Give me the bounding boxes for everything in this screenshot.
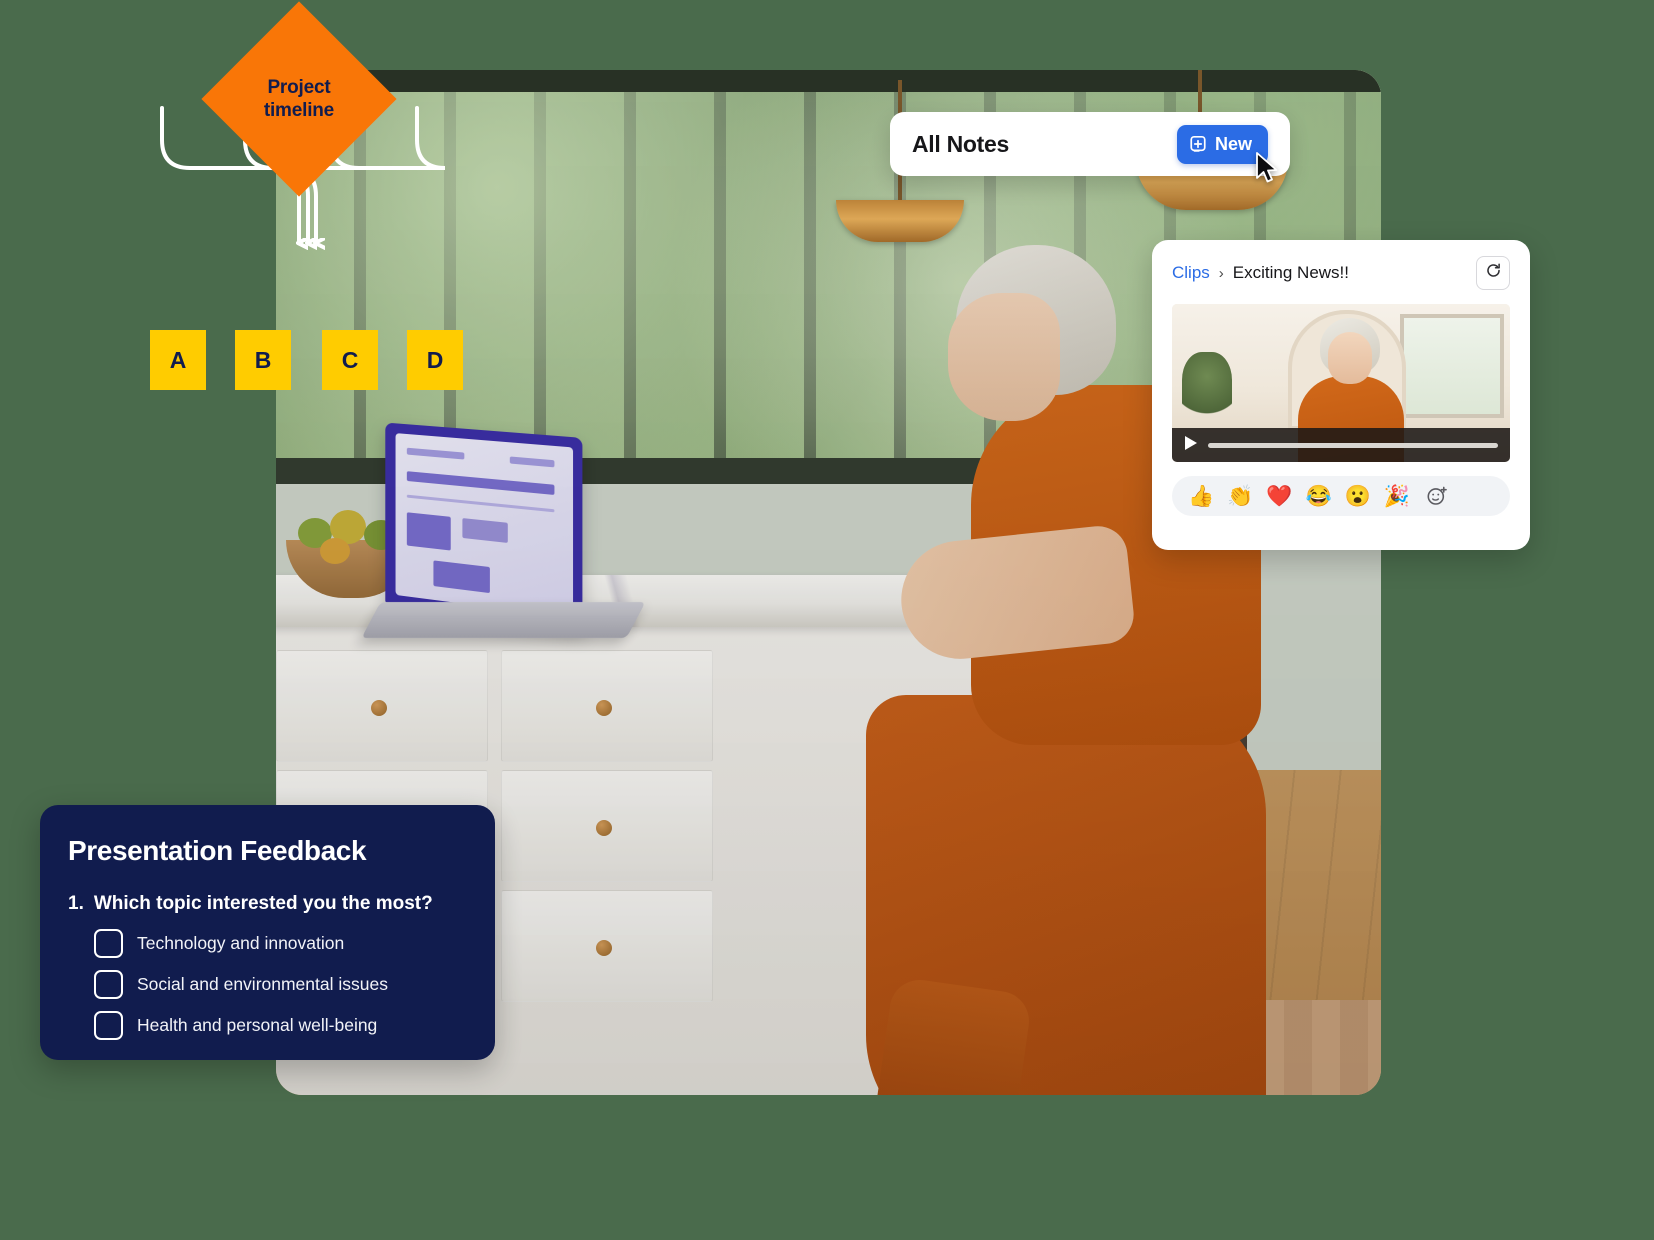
clapping-hands-emoji[interactable]: 👏 [1227,486,1253,507]
refresh-icon [1485,262,1502,284]
checkbox-social[interactable] [94,970,123,999]
question-text: Which topic interested you the most? [93,893,433,914]
page-title: Presentation Feedback [68,835,367,866]
presentation-feedback-card: Presentation Feedback 1. Which topic int… [40,805,495,1060]
project-timeline-label: Project timeline [264,76,334,122]
diamond-line-2: timeline [263,99,335,121]
options-list: Technology and innovation Social and env… [68,929,467,1040]
clips-header: Clips › Exciting News!! [1172,256,1510,290]
flow-node-d[interactable]: D [407,330,463,390]
breadcrumb: Clips › Exciting News!! [1172,263,1349,283]
party-popper-emoji[interactable]: 🎉 [1384,486,1410,507]
video-progress-bar[interactable] [1208,442,1498,448]
laptop [361,422,671,680]
option-technology-label: Technology and innovation [137,933,345,953]
composite-canvas: Project timeline A B C D All Notes New C… [0,0,1654,1240]
person-at-laptop [666,245,1266,1095]
chevron-right-icon: › [1218,264,1224,282]
flow-node-a-label: A [169,346,187,373]
option-health[interactable]: Health and personal well-being [68,1011,467,1040]
new-note-icon [1189,135,1207,153]
video-controls[interactable] [1172,428,1510,462]
video-player[interactable] [1172,304,1510,462]
flow-node-a[interactable]: A [150,330,206,390]
add-reaction-icon[interactable] [1425,484,1449,508]
all-notes-card: All Notes New [890,112,1290,176]
reaction-bar: 👍 👏 ❤️ 😂 😮 🎉 [1172,476,1510,516]
breadcrumb-root-link[interactable]: Clips [1172,263,1210,283]
option-health-label: Health and personal well-being [137,1015,378,1035]
new-note-label: New [1214,133,1252,154]
checkbox-technology[interactable] [94,929,123,958]
checkbox-health[interactable] [94,1011,123,1040]
question-number: 1. [68,893,84,914]
question-row: 1. Which topic interested you the most? [68,893,467,915]
option-social[interactable]: Social and environmental issues [68,970,467,999]
refresh-button[interactable] [1476,256,1510,290]
red-heart-emoji[interactable]: ❤️ [1266,486,1292,507]
option-technology[interactable]: Technology and innovation [68,929,467,958]
joy-emoji[interactable]: 😂 [1305,486,1331,507]
thumbs-up-emoji[interactable]: 👍 [1188,486,1214,507]
all-notes-title: All Notes [912,130,1009,157]
mouse-pointer-icon [1255,152,1281,186]
diamond-line-1: Project [267,76,331,98]
flow-node-c[interactable]: C [322,330,378,390]
breadcrumb-current: Exciting News!! [1232,263,1349,282]
flow-diagram: Project timeline A B C D [150,1,620,400]
play-icon[interactable] [1184,435,1198,456]
flow-node-d-label: D [426,346,444,373]
flow-node-c-label: C [341,346,359,373]
flow-node-b-label: B [254,346,272,373]
option-social-label: Social and environmental issues [137,974,388,994]
clips-card: Clips › Exciting News!! 👍 👏 ❤️ 😂 😮 🎉 [1152,240,1530,550]
flow-node-b[interactable]: B [235,330,291,390]
open-mouth-emoji[interactable]: 😮 [1345,486,1371,507]
